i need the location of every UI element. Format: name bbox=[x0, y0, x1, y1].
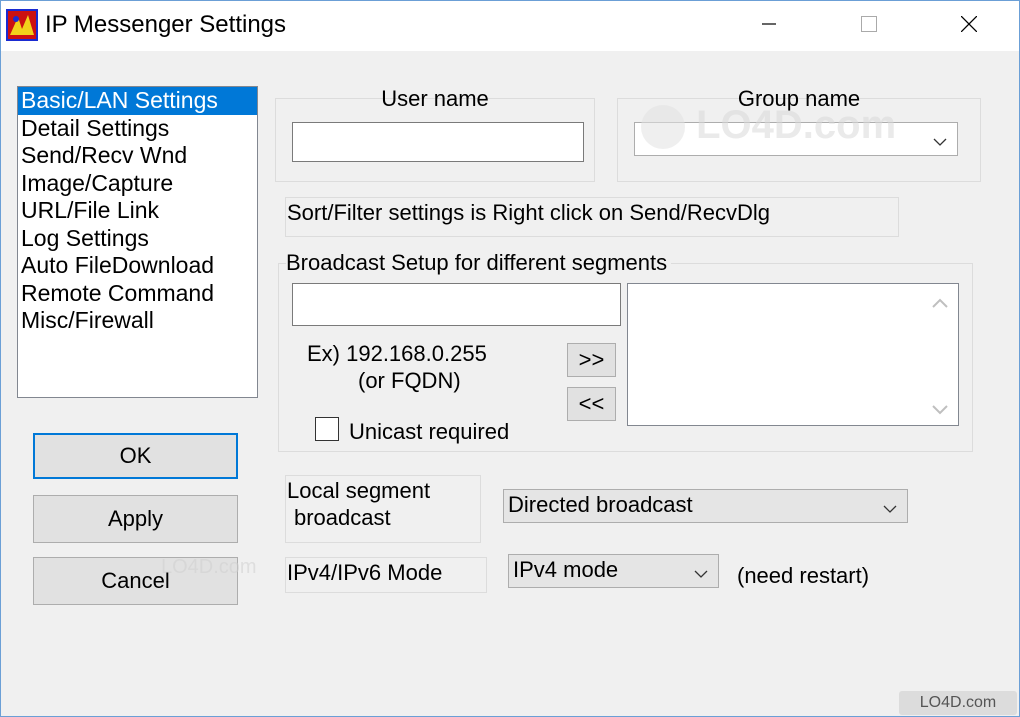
category-item-url-file-link[interactable]: URL/File Link bbox=[18, 197, 257, 225]
close-icon bbox=[960, 15, 978, 37]
chevron-down-icon bbox=[933, 126, 947, 152]
window-title: IP Messenger Settings bbox=[45, 11, 287, 38]
sort-filter-hint: Sort/Filter settings is Right click on S… bbox=[287, 200, 770, 225]
broadcast-segment-list[interactable] bbox=[627, 283, 959, 426]
app-icon bbox=[6, 9, 38, 41]
scroll-down-icon[interactable] bbox=[932, 402, 948, 420]
category-item-send-recv[interactable]: Send/Recv Wnd bbox=[18, 142, 257, 170]
category-item-log[interactable]: Log Settings bbox=[18, 225, 257, 253]
watermark-main: LO4D.com bbox=[641, 103, 896, 150]
category-item-detail[interactable]: Detail Settings bbox=[18, 115, 257, 143]
watermark-corner-badge: LO4D.com bbox=[899, 691, 1017, 715]
category-item-misc-firewall[interactable]: Misc/Firewall bbox=[18, 307, 257, 335]
broadcast-example-line1: Ex) 192.168.0.255 bbox=[307, 341, 487, 366]
settings-window: IP Messenger Settings Basic/LAN Settings… bbox=[0, 0, 1020, 717]
restart-note: (need restart) bbox=[737, 563, 870, 588]
apply-button[interactable]: Apply bbox=[33, 495, 238, 543]
broadcast-example-line2: (or FQDN) bbox=[358, 368, 461, 393]
broadcast-label: Broadcast Setup for different segments bbox=[286, 250, 672, 276]
category-list[interactable]: Basic/LAN Settings Detail Settings Send/… bbox=[17, 86, 258, 398]
broadcast-address-input[interactable] bbox=[292, 283, 621, 326]
category-item-remote-command[interactable]: Remote Command bbox=[18, 280, 257, 308]
chevron-down-icon bbox=[883, 493, 897, 519]
minimize-icon bbox=[762, 17, 776, 36]
local-segment-value: Directed broadcast bbox=[508, 492, 693, 517]
local-segment-label-line1: Local segment bbox=[287, 478, 431, 503]
ip-mode-dropdown[interactable]: IPv4 mode bbox=[508, 554, 719, 588]
unicast-required-checkbox[interactable] bbox=[315, 417, 339, 441]
minimize-button[interactable] bbox=[744, 1, 794, 51]
user-name-input[interactable] bbox=[292, 122, 584, 162]
category-item-auto-download[interactable]: Auto FileDownload bbox=[18, 252, 257, 280]
local-segment-label-line2: broadcast bbox=[294, 505, 391, 530]
watermark-small: LO4D.com bbox=[161, 556, 257, 578]
unicast-required-label: Unicast required bbox=[349, 419, 510, 444]
category-item-image-capture[interactable]: Image/Capture bbox=[18, 170, 257, 198]
add-segment-button[interactable]: >> bbox=[567, 343, 616, 377]
scroll-up-icon[interactable] bbox=[932, 295, 948, 313]
maximize-button[interactable] bbox=[844, 1, 894, 51]
maximize-icon bbox=[861, 15, 877, 37]
title-bar: IP Messenger Settings bbox=[1, 1, 1019, 51]
category-item-basic-lan[interactable]: Basic/LAN Settings bbox=[18, 87, 257, 115]
user-name-label: User name bbox=[381, 86, 489, 111]
segment-list-scrollbar[interactable] bbox=[923, 285, 957, 424]
ok-button[interactable]: OK bbox=[33, 433, 238, 479]
remove-segment-button[interactable]: << bbox=[567, 387, 616, 421]
ip-mode-value: IPv4 mode bbox=[513, 557, 619, 582]
ip-mode-label: IPv4/IPv6 Mode bbox=[287, 560, 443, 585]
watermark-logo-icon bbox=[641, 105, 685, 150]
chevron-down-icon bbox=[694, 558, 708, 584]
close-button[interactable] bbox=[944, 1, 994, 51]
local-segment-dropdown[interactable]: Directed broadcast bbox=[503, 489, 908, 523]
